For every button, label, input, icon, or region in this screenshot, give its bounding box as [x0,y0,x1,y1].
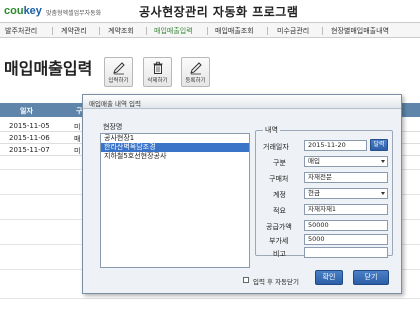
confirm-button[interactable]: 확인 [315,270,343,285]
input-button[interactable]: 입력하기 [104,57,133,87]
pencil-icon [112,62,125,75]
menu-separator [52,27,53,35]
calendar-button[interactable]: 달력 [370,139,388,151]
input-button-label: 입력하기 [108,78,129,84]
app-header: coukey 맞춤형엑셀업무자동화 공사현장관리 자동화 프로그램 [0,0,420,22]
chevron-down-icon [381,160,385,163]
trash-icon [153,61,162,74]
delete-button[interactable]: 삭제하기 [143,57,172,87]
account-select-value: 현금 [308,189,320,197]
logo-subtitle: 맞춤형엑셀업무자동화 [46,10,102,17]
menu-item-contract-search[interactable]: 계약조회 [108,26,134,36]
account-select[interactable]: 현금 [304,188,388,199]
type-select-value: 매입 [308,157,320,165]
grid-divider [0,298,420,299]
logo-key-text: key [23,5,42,17]
site-list-item[interactable]: 지하철5호선현장공사 [101,152,249,161]
coukey-logo[interactable]: coukey [4,5,42,17]
vendor-label: 구매처 [269,175,289,183]
supply-amount-field[interactable]: 50000 [304,220,388,231]
row-type: 미 [74,123,81,131]
purchase-sales-dialog: 매입매출 내역 입력 현장명 공사현장1 한라산벽옥담조경 지하철5호선현장공사… [82,94,402,294]
site-list-item-selected[interactable]: 한라산벽옥담조경 [101,143,249,152]
menu-separator [146,27,147,35]
dialog-title: 매입매출 내역 입력 [89,100,141,108]
site-list-label: 현장명 [103,123,123,131]
register-button-label: 등록하기 [185,78,206,84]
account-label: 계정 [273,191,286,199]
date-label: 거래일자 [263,143,289,151]
pencil-icon [189,62,202,75]
menu-item-purchase-sales-input[interactable]: 매입매출입력 [154,26,193,36]
vat-field[interactable]: 5000 [304,234,388,245]
type-label: 구분 [273,159,286,167]
menu-separator [322,27,323,35]
date-field[interactable]: 2015-11-20 [304,140,367,151]
menu-item-site-report[interactable]: 현장별매입매출내역 [331,26,389,36]
grid-header-date: 일자 [20,107,33,115]
auto-close-label: 입력 후 자동닫기 [253,278,299,286]
type-select[interactable]: 매입 [304,156,388,167]
menu-separator [267,27,268,35]
dialog-titlebar[interactable]: 매입매출 내역 입력 [83,95,401,109]
chevron-down-icon [381,192,385,195]
menu-item-contract[interactable]: 계약관리 [61,26,87,36]
vat-label: 부가세 [269,237,289,245]
row-date: 2015-11-07 [9,146,50,154]
summary-field[interactable]: 자재자재1 [304,204,388,215]
menu-separator [99,27,100,35]
vendor-field[interactable]: 자재전문 [304,172,388,183]
menu-separator [207,27,208,35]
summary-label: 적요 [273,207,286,215]
row-type: 매 [74,135,81,143]
app-title: 공사현장관리 자동화 프로그램 [139,5,299,19]
page-title: 매입매출입력 [4,59,93,78]
menu-item-vendor[interactable]: 발주처관리 [5,26,37,36]
note-field[interactable] [304,247,388,258]
menu-item-receivables[interactable]: 미수금관리 [277,26,309,36]
row-type: 미 [74,147,81,155]
site-list-item[interactable]: 공사현장1 [101,134,249,143]
delete-button-label: 삭제하기 [147,78,168,84]
row-date: 2015-11-06 [9,134,50,142]
site-listbox[interactable]: 공사현장1 한라산벽옥담조경 지하철5호선현장공사 [100,133,250,268]
note-label: 비고 [273,250,286,258]
logo-main-text: cou [4,5,24,17]
menu-item-purchase-sales-search[interactable]: 매입매출조회 [215,26,254,36]
menu-bar: 발주처관리 계약관리 계약조회 매입매출입력 매입매출조회 미수금관리 현장별매… [0,22,420,38]
close-button[interactable]: 닫기 [353,270,389,285]
register-button[interactable]: 등록하기 [181,57,210,87]
detail-legend: 내역 [263,125,280,135]
supply-amount-label: 공급가액 [266,223,292,231]
auto-close-checkbox[interactable] [243,277,249,283]
row-date: 2015-11-05 [9,122,50,130]
